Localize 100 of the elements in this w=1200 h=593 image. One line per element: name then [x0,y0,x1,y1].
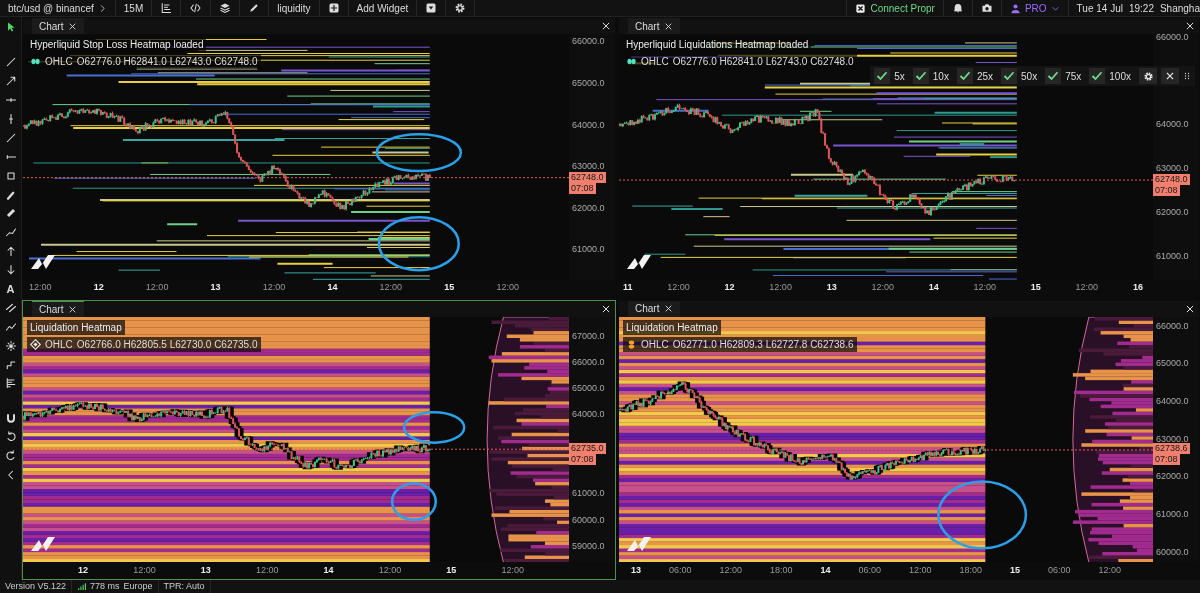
tab-label: Chart [635,19,660,34]
checkbox[interactable] [1045,68,1062,84]
price-label: 65000.0 [572,382,605,396]
time-label: 18:00 [770,563,793,577]
plan-label[interactable]: PRO [1024,0,1047,16]
grid-layout-icon[interactable] [327,2,340,14]
price-label: 60000.0 [1156,545,1189,559]
settings-icon[interactable] [1142,70,1154,82]
last-price-tag: 62738.6 [1153,443,1190,455]
text-tool[interactable]: A [6,280,15,298]
time-label: 12:00 [719,563,742,577]
exchange-icon [626,56,637,67]
pencil-icon[interactable] [248,2,261,14]
time-label: 12:00 [1098,563,1121,577]
time-label: 12 [78,563,88,577]
checkbox[interactable] [912,68,929,84]
ray-icon[interactable] [4,131,17,144]
code-icon[interactable] [189,2,203,14]
connect-button[interactable]: Connect Propr [870,0,935,16]
timezone-label[interactable]: Shangha [1159,0,1200,16]
logo-icon [626,253,652,270]
time-label: 13 [210,281,221,295]
ohlc-values: O62776.0 H62841.0 L62743.0 C62748.0 [672,55,854,69]
magnet-icon[interactable] [4,412,17,425]
time-label: 12:00 [1075,281,1099,295]
close-icon[interactable] [68,304,78,314]
countdown-tag: 07:08 [1153,185,1180,197]
indicator-selector[interactable]: liquidity [277,0,311,16]
time-label: 15 [446,563,457,577]
date-label: Tue 14 Jul [1076,1,1123,16]
close-icon[interactable] [1185,303,1195,314]
time-label: 12:00 [379,281,403,295]
close-icon[interactable] [68,21,78,31]
hand-drawn-circle [390,481,438,521]
close-icon[interactable] [664,304,674,313]
close-icon[interactable] [601,303,611,314]
ohlc-values: O62776.0 H62841.0 L62743.0 C62748.0 [76,55,258,69]
price-label: 66000.0 [1156,319,1189,333]
trend-line-icon[interactable] [4,56,17,69]
checkbox[interactable] [1089,68,1106,84]
time-label: 12:00 [667,281,690,295]
price-label: 65000.0 [572,77,605,91]
chart-panel[interactable]: Chart Liquidation Heatmap OHLC O62766.0 H62805.5 L62730.0 C62735.0 67000.0 66000.0 65000.0 64000.0 61000.0 60000.0 59000.0 62735.0 07:08 12 12:00 13 12:00 14 12:00 15 12:00 [22,299,616,580]
checkbox[interactable] [956,68,973,84]
time-label: 18:00 [959,563,982,577]
leverage-label: 25x [976,69,994,84]
chart-tab[interactable]: Chart [628,18,681,34]
close-icon[interactable] [1165,71,1175,81]
ohlc-label: OHLC [641,337,669,352]
redo-icon[interactable] [4,450,17,463]
path-icon[interactable] [4,226,17,239]
rectangle-icon[interactable] [4,169,17,182]
layers-icon[interactable] [219,2,232,14]
arrow-icon[interactable] [4,75,17,88]
close-square-icon[interactable] [855,2,867,14]
user-icon[interactable] [1009,2,1021,14]
interval-selector[interactable]: 15M [123,0,144,16]
ohlc-label: OHLC [45,55,73,69]
exchange-icon [30,56,41,67]
chart-type-icon[interactable] [160,2,173,14]
arrow-down-icon[interactable] [4,264,17,277]
close-icon[interactable] [601,21,611,31]
dropdown-icon[interactable] [425,2,438,14]
camera-icon[interactable] [980,2,993,14]
price-label: 62000.0 [1156,470,1189,484]
time-label: 06:00 [1047,563,1071,577]
step-icon[interactable] [4,358,17,371]
close-icon[interactable] [664,21,674,31]
time-label: 12:00 [378,563,402,577]
price-label: 65000.0 [1156,357,1189,371]
countdown-tag: 07:08 [569,453,596,465]
close-icon[interactable] [1185,21,1195,31]
price-label: 59000.0 [572,540,605,553]
chart-tab[interactable]: Chart [32,18,85,34]
countdown-tag: 07:08 [569,182,596,194]
symbol-selector[interactable]: btc/usd @ binancef [8,0,94,16]
bell-icon[interactable] [951,2,964,14]
add-widget-button[interactable]: Add Widget [356,0,409,16]
time-label: 12:00 [501,563,524,577]
chart-tab[interactable]: Chart [628,300,681,317]
time-label: 14 [323,563,334,577]
signal-icon [77,582,87,591]
chart-tab[interactable]: Chart [32,300,85,317]
time-label: 12:00 [973,281,997,295]
tab-label: Chart [635,302,660,316]
arrow-up-icon[interactable] [4,245,17,258]
checkbox[interactable] [1001,68,1018,84]
tab-label: Chart [39,302,64,317]
profile-icon[interactable] [4,377,17,390]
channel-icon[interactable] [4,301,17,314]
checkbox[interactable] [874,68,891,84]
tab-label: Chart [39,19,64,34]
time-label: 19:22 [1128,1,1154,16]
study-title: Hyperliquid Stop Loss Heatmap loaded [27,37,207,52]
sun-icon[interactable] [4,339,17,352]
highlighter-icon[interactable] [4,207,17,220]
drag-handle-icon[interactable] [1183,70,1191,82]
tpr-label[interactable]: TPR: Auto [163,579,205,593]
settings-icon[interactable] [454,2,467,14]
undo-icon[interactable] [4,431,17,444]
